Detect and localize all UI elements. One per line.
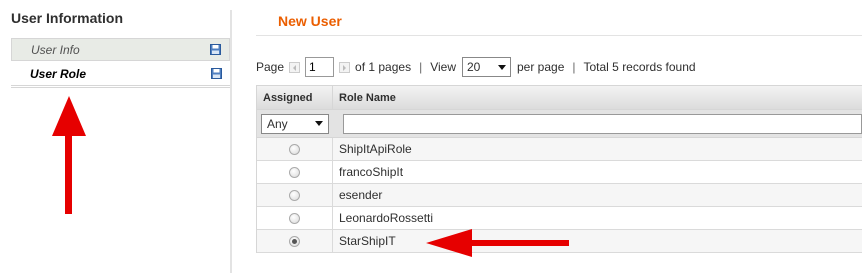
total-records-text: Total 5 records found — [583, 60, 696, 74]
save-disk-icon — [210, 44, 221, 55]
red-arrow-icon — [426, 229, 569, 257]
page-title: New User — [278, 13, 342, 29]
assigned-filter-value: Any — [267, 116, 288, 131]
role-name-filter-input[interactable] — [343, 113, 862, 134]
assigned-radio[interactable] — [289, 212, 300, 224]
next-page-icon[interactable] — [339, 61, 351, 73]
column-header-role-name[interactable]: Role Name — [333, 86, 862, 109]
per-page-value: 20 — [467, 60, 481, 74]
per-page-select[interactable]: 20 — [462, 57, 511, 77]
assigned-radio[interactable] — [289, 143, 300, 155]
tab-user-info-label: User Info — [31, 43, 80, 57]
sidebar-divider — [11, 87, 230, 88]
tab-user-info[interactable]: User Info — [11, 38, 230, 61]
tab-user-role[interactable]: User Role — [11, 63, 230, 86]
assigned-cell — [257, 160, 333, 184]
role-name-cell: francoShipIt — [339, 165, 404, 179]
page-number-input[interactable] — [305, 57, 335, 77]
assigned-cell — [257, 206, 333, 230]
sidebar-title: User Information — [11, 10, 124, 26]
assigned-radio[interactable] — [289, 189, 300, 201]
header-divider — [256, 35, 862, 36]
roles-grid: Assigned Role Name Any ShipItApiRole fra… — [256, 85, 862, 253]
assigned-filter-select[interactable]: Any — [261, 113, 329, 134]
pager-separator: | — [572, 60, 576, 74]
tab-user-role-label: User Role — [30, 67, 87, 81]
view-label: View — [430, 60, 456, 74]
role-name-cell: esender — [339, 188, 383, 202]
assigned-cell — [257, 229, 333, 253]
sidebar: User Information User Info User Role — [0, 0, 230, 273]
table-row[interactable]: LeonardoRossetti — [257, 206, 862, 230]
table-row[interactable]: ShipItApiRole — [257, 137, 862, 161]
chevron-down-icon — [498, 64, 506, 70]
chevron-down-icon — [315, 121, 323, 126]
role-name-cell: StarShipIT — [339, 234, 396, 248]
page-label: Page — [256, 60, 285, 74]
page-count-text: of 1 pages — [355, 60, 412, 74]
table-row[interactable]: francoShipIt — [257, 160, 862, 184]
table-row[interactable]: esender — [257, 183, 862, 207]
grid-filter-row: Any — [257, 110, 862, 138]
assigned-filter-cell: Any — [257, 113, 333, 134]
assigned-radio[interactable] — [289, 166, 300, 178]
per-page-label: per page — [517, 60, 565, 74]
save-disk-icon — [211, 68, 222, 79]
column-header-assigned[interactable]: Assigned — [257, 86, 333, 109]
role-name-cell: LeonardoRossetti — [339, 211, 434, 225]
previous-page-icon[interactable] — [289, 61, 301, 73]
red-arrow-icon — [52, 96, 86, 214]
assigned-cell — [257, 183, 333, 207]
role-name-cell: ShipItApiRole — [339, 142, 412, 156]
pager: Page of 1 pages | View 20 per page | Tot… — [256, 56, 696, 78]
assigned-cell — [257, 137, 333, 161]
assigned-radio[interactable] — [289, 235, 300, 247]
column-divider — [230, 10, 232, 273]
grid-header-row: Assigned Role Name — [257, 86, 862, 110]
pager-separator: | — [419, 60, 423, 74]
